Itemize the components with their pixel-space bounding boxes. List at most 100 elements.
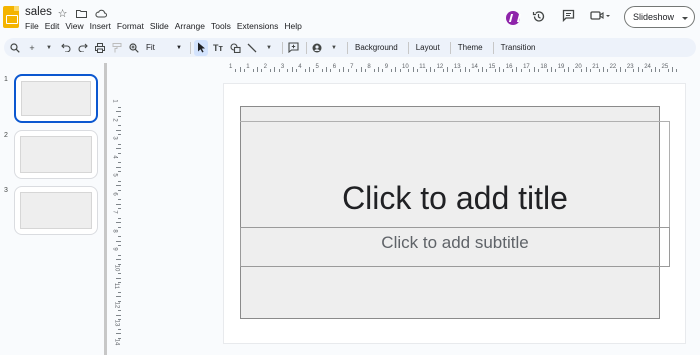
ruler-tick bbox=[654, 67, 656, 72]
background-button[interactable]: Background bbox=[351, 40, 402, 56]
print-icon[interactable] bbox=[93, 40, 107, 56]
cloud-status-icon[interactable] bbox=[94, 7, 107, 20]
text-box-icon[interactable]: Tт bbox=[211, 40, 225, 56]
slide-thumbnail[interactable] bbox=[14, 186, 98, 235]
slide-thumbnail[interactable] bbox=[14, 74, 98, 123]
ruler-tick bbox=[116, 129, 121, 131]
ruler-tick bbox=[252, 69, 254, 72]
toolbar-divider bbox=[190, 41, 191, 54]
menu-file[interactable]: File bbox=[25, 21, 45, 31]
new-slide-icon[interactable]: + bbox=[25, 40, 39, 56]
ruler-label: 14 bbox=[113, 338, 120, 345]
menu-edit[interactable]: Edit bbox=[45, 21, 66, 31]
ruler-tick bbox=[529, 69, 531, 72]
ruler-tick bbox=[585, 67, 587, 72]
ruler-tick bbox=[116, 203, 121, 205]
gemini-icon[interactable] bbox=[506, 11, 520, 25]
document-title[interactable]: sales bbox=[25, 6, 52, 18]
select-tool-icon[interactable] bbox=[194, 39, 208, 56]
ruler-tick bbox=[624, 69, 626, 72]
toolbar-divider bbox=[449, 41, 451, 54]
ruler-tick bbox=[278, 69, 280, 72]
menu-help[interactable]: Help bbox=[284, 21, 307, 31]
ruler-tick bbox=[243, 69, 245, 72]
layout-button[interactable]: Layout bbox=[412, 40, 444, 56]
thumbnail-title-placeholder bbox=[20, 136, 92, 173]
comment-add-icon[interactable] bbox=[286, 40, 300, 56]
ruler-tick bbox=[464, 67, 466, 72]
theme-button[interactable]: Theme bbox=[454, 40, 487, 56]
menu-extensions[interactable]: Extensions bbox=[237, 21, 285, 31]
ruler-tick bbox=[118, 254, 121, 256]
ruler-tick bbox=[416, 69, 418, 72]
shape-icon[interactable] bbox=[228, 40, 242, 56]
zoom-icon[interactable] bbox=[127, 40, 141, 56]
ruler-tick bbox=[116, 259, 121, 261]
ruler-tick bbox=[538, 69, 540, 72]
menu-tools[interactable]: Tools bbox=[211, 21, 237, 31]
ruler-tick bbox=[116, 185, 121, 187]
ruler-tick bbox=[447, 67, 449, 72]
slides-logo-icon[interactable] bbox=[3, 6, 19, 28]
ruler-tick bbox=[399, 69, 401, 72]
menu-bar: File Edit View Insert Format Slide Arran… bbox=[25, 21, 308, 31]
menu-format[interactable]: Format bbox=[117, 21, 150, 31]
slideshow-button[interactable]: Slideshow bbox=[624, 6, 695, 28]
line-icon[interactable] bbox=[245, 40, 259, 56]
ruler-tick bbox=[118, 208, 121, 210]
title-actions: ☆ bbox=[56, 7, 107, 20]
ruler-tick bbox=[641, 69, 643, 72]
filmstrip-resize-handle[interactable] bbox=[104, 63, 107, 355]
ruler-label: 5 bbox=[111, 173, 118, 177]
comments-icon[interactable] bbox=[562, 9, 575, 25]
ruler-tick bbox=[581, 69, 583, 72]
ruler-tick bbox=[118, 115, 121, 117]
ruler-tick bbox=[494, 69, 496, 72]
ruler-tick bbox=[391, 69, 393, 72]
toolbar-divider bbox=[347, 41, 348, 54]
new-slide-chevron-down-icon[interactable]: ▼ bbox=[42, 40, 56, 56]
ruler-tick bbox=[118, 125, 121, 127]
redo-icon[interactable] bbox=[76, 40, 90, 56]
menu-slide[interactable]: Slide bbox=[150, 21, 175, 31]
ruler-tick bbox=[429, 67, 431, 72]
line-chevron-down-icon[interactable]: ▼ bbox=[262, 40, 276, 56]
star-icon[interactable]: ☆ bbox=[56, 7, 69, 20]
ruler-tick bbox=[516, 67, 518, 72]
meet-icon[interactable] bbox=[590, 9, 612, 25]
chevron-down-icon[interactable] bbox=[678, 11, 692, 25]
menu-insert[interactable]: Insert bbox=[90, 21, 117, 31]
undo-icon[interactable] bbox=[59, 40, 73, 56]
slide-thumbnail[interactable] bbox=[14, 130, 98, 179]
ruler-tick bbox=[633, 69, 635, 72]
ruler-tick bbox=[116, 111, 121, 113]
mask-chevron-down-icon[interactable]: ▼ bbox=[327, 40, 341, 56]
transition-button[interactable]: Transition bbox=[497, 40, 540, 56]
horizontal-ruler[interactable]: 1 1 2 3 4 5 6 7 8 9 10 11 12 13 14 15 16 17 18 19 20 21 22 23 24… bbox=[225, 63, 690, 73]
move-folder-icon[interactable] bbox=[75, 7, 88, 20]
ruler-tick bbox=[116, 277, 121, 279]
zoom-select[interactable]: Fit ▼ bbox=[144, 40, 184, 56]
toolbar-divider bbox=[282, 41, 283, 54]
thumbnail-title-placeholder bbox=[21, 81, 91, 116]
search-menus-icon[interactable] bbox=[8, 40, 22, 56]
menu-view[interactable]: View bbox=[65, 21, 89, 31]
version-history-icon[interactable] bbox=[532, 10, 545, 26]
mask-image-icon[interactable] bbox=[310, 40, 324, 56]
subtitle-placeholder-text[interactable]: Click to add subtitle bbox=[240, 233, 670, 253]
slide-number: 2 bbox=[4, 132, 8, 139]
ruler-tick bbox=[339, 69, 341, 72]
ruler-tick bbox=[118, 106, 121, 108]
ruler-tick bbox=[620, 67, 622, 72]
paint-format-icon[interactable] bbox=[110, 40, 124, 56]
ruler-tick bbox=[118, 217, 121, 219]
ruler-label: 3 bbox=[111, 136, 118, 140]
ruler-tick bbox=[481, 67, 483, 72]
ruler-tick bbox=[118, 310, 121, 312]
menu-arrange[interactable]: Arrange bbox=[175, 21, 211, 31]
ruler-tick bbox=[321, 69, 323, 72]
ruler-tick bbox=[373, 69, 375, 72]
ruler-tick bbox=[118, 171, 121, 173]
vertical-ruler[interactable]: 1 2 3 4 5 6 7 8 9 10 11 12 13 14 bbox=[112, 84, 122, 346]
title-placeholder-text[interactable]: Click to add title bbox=[240, 180, 670, 217]
